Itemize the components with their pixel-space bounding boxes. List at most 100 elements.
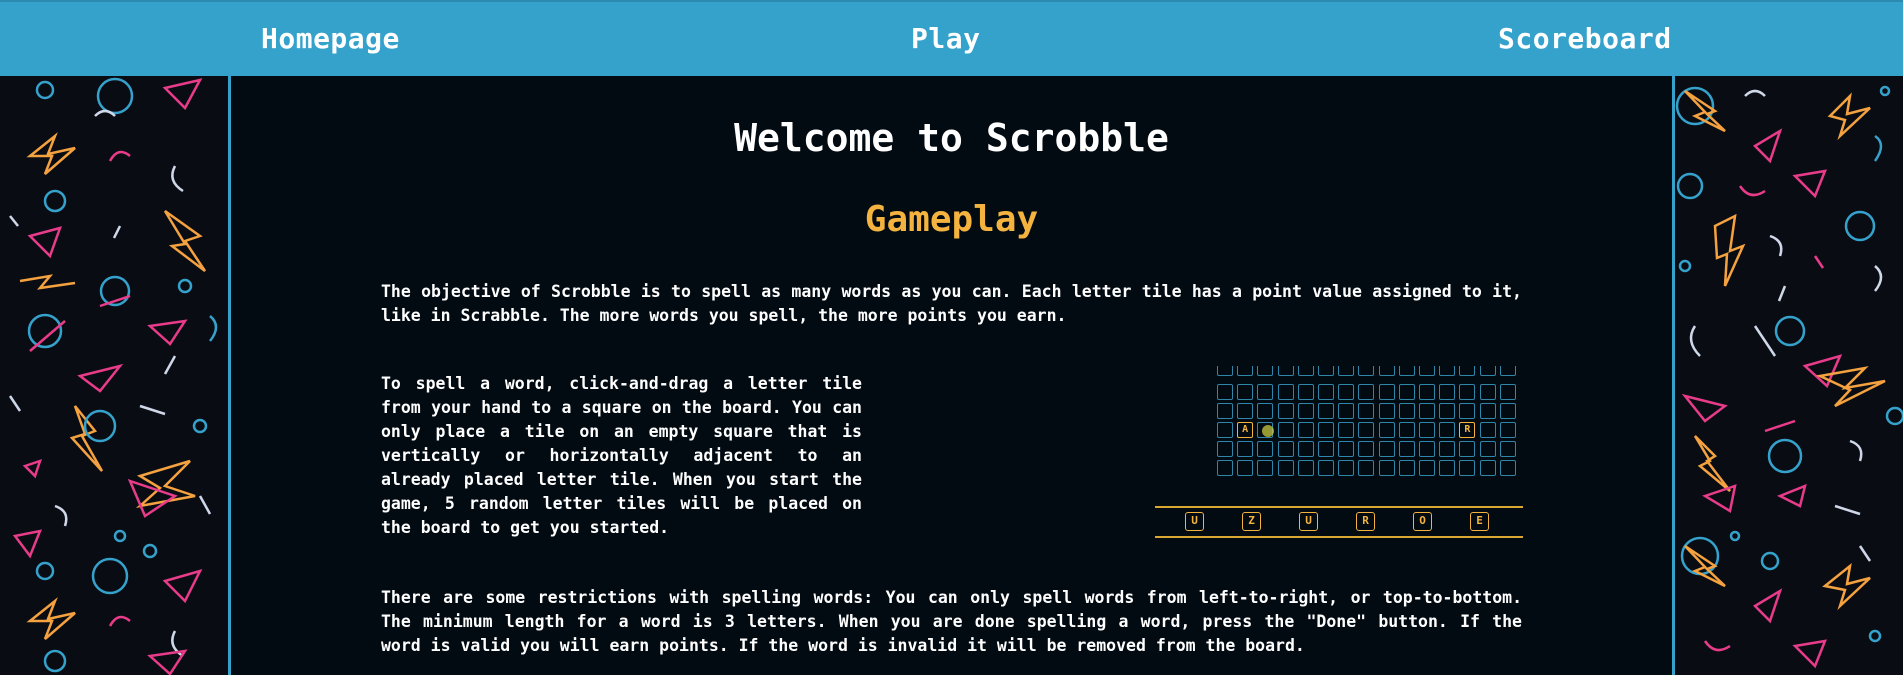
board-cell [1277,366,1294,376]
board-cell [1217,366,1233,376]
board-cell [1358,384,1375,400]
restrictions-paragraph: There are some restrictions with spellin… [381,588,1522,655]
left-decorative-pattern [0,76,231,675]
hand-letter-tile: O [1413,512,1432,531]
board-cell [1257,441,1274,457]
board-cell [1439,441,1456,457]
board-cell [1479,384,1496,400]
board-cell [1318,441,1334,457]
board-cell [1459,441,1476,457]
board-cell [1257,403,1274,419]
board-cell [1338,366,1355,376]
board-cell [1257,460,1274,476]
drag-cursor-icon [1261,425,1274,437]
board-cell [1459,366,1476,376]
board-cell [1358,403,1375,419]
board-cell [1297,366,1314,376]
board-cell [1378,422,1395,438]
board-cell [1338,460,1355,476]
memphis-pattern-left [8,77,218,675]
board-cell [1277,384,1294,400]
board-cell [1439,384,1456,400]
board-cell [1318,460,1334,476]
hand-letter-tile: U [1185,512,1204,531]
board-cell [1398,422,1415,438]
board-cell [1378,403,1395,419]
gameplay-illustration: A R U Z U R O E [1155,366,1523,538]
board-cell [1338,403,1355,419]
page-title: Welcome to Scrobble [734,116,1169,160]
board-cell [1439,422,1456,438]
board-cell [1358,366,1375,376]
hand-tray-top-line [1155,506,1523,508]
board-cell [1338,422,1355,438]
board-cell [1419,460,1435,476]
board-cell [1237,403,1254,419]
hand-letter-tile: U [1299,512,1318,531]
board-cell [1398,441,1415,457]
objective-paragraph: The objective of Scrobble is to spell as… [381,282,1522,325]
board-placed-tile: R [1459,422,1476,438]
nav-link-scoreboard[interactable]: Scoreboard [1498,22,1672,55]
top-nav-bar: Homepage Play Scoreboard [0,0,1903,76]
board-cell [1358,441,1375,457]
board-cell [1378,366,1395,376]
board-cell [1277,441,1294,457]
board-cell [1217,403,1233,419]
board-cell [1217,460,1233,476]
board-cell [1378,384,1395,400]
board-cell [1297,384,1314,400]
board-cell [1419,384,1435,400]
board-cell [1257,384,1274,400]
board-cell [1318,403,1334,419]
board-cell [1297,441,1314,457]
main-content: Welcome to Scrobble Gameplay The objecti… [231,76,1672,675]
board-cell [1217,441,1233,457]
board-cell [1479,366,1496,376]
board-cell [1277,460,1294,476]
board-cell [1499,384,1516,400]
board-cell [1237,460,1254,476]
board-cell [1459,460,1476,476]
board-cell [1257,366,1274,376]
board-cell [1398,384,1415,400]
board-cell [1338,384,1355,400]
board-cell [1297,460,1314,476]
board-cell [1378,441,1395,457]
board-cell [1237,384,1254,400]
board-cell [1439,366,1456,376]
hand-letter-tile: Z [1242,512,1261,531]
hand-letter-tile: E [1470,512,1489,531]
board-placed-tile: A [1237,422,1254,438]
board-cell [1318,366,1334,376]
board-cell [1479,422,1496,438]
board-cell [1439,460,1456,476]
nav-link-homepage[interactable]: Homepage [261,22,400,55]
board-cell [1499,441,1516,457]
board-cell [1217,422,1233,438]
board-cell [1479,460,1496,476]
board-cell [1318,384,1334,400]
spelling-instructions-paragraph: To spell a word, click-and-drag a letter… [381,374,862,537]
board-cell [1439,403,1456,419]
board-cell [1237,441,1254,457]
board-cell [1398,366,1415,376]
memphis-pattern-right [1675,85,1903,669]
board-cell [1419,403,1435,419]
board-cell [1318,422,1334,438]
nav-link-play[interactable]: Play [911,22,980,55]
board-cell [1479,403,1496,419]
board-cell [1419,441,1435,457]
board-cell [1398,460,1415,476]
board-cell [1499,460,1516,476]
board-cell [1338,441,1355,457]
section-heading-gameplay: Gameplay [864,199,1039,240]
hand-tray-bottom-line [1155,536,1523,538]
board-cell [1277,403,1294,419]
board-cell [1277,422,1294,438]
board-cell [1499,422,1516,438]
right-decorative-pattern [1672,76,1903,675]
hand-letter-tile: R [1356,512,1375,531]
board-cell [1398,403,1415,419]
board-cell [1419,366,1435,376]
